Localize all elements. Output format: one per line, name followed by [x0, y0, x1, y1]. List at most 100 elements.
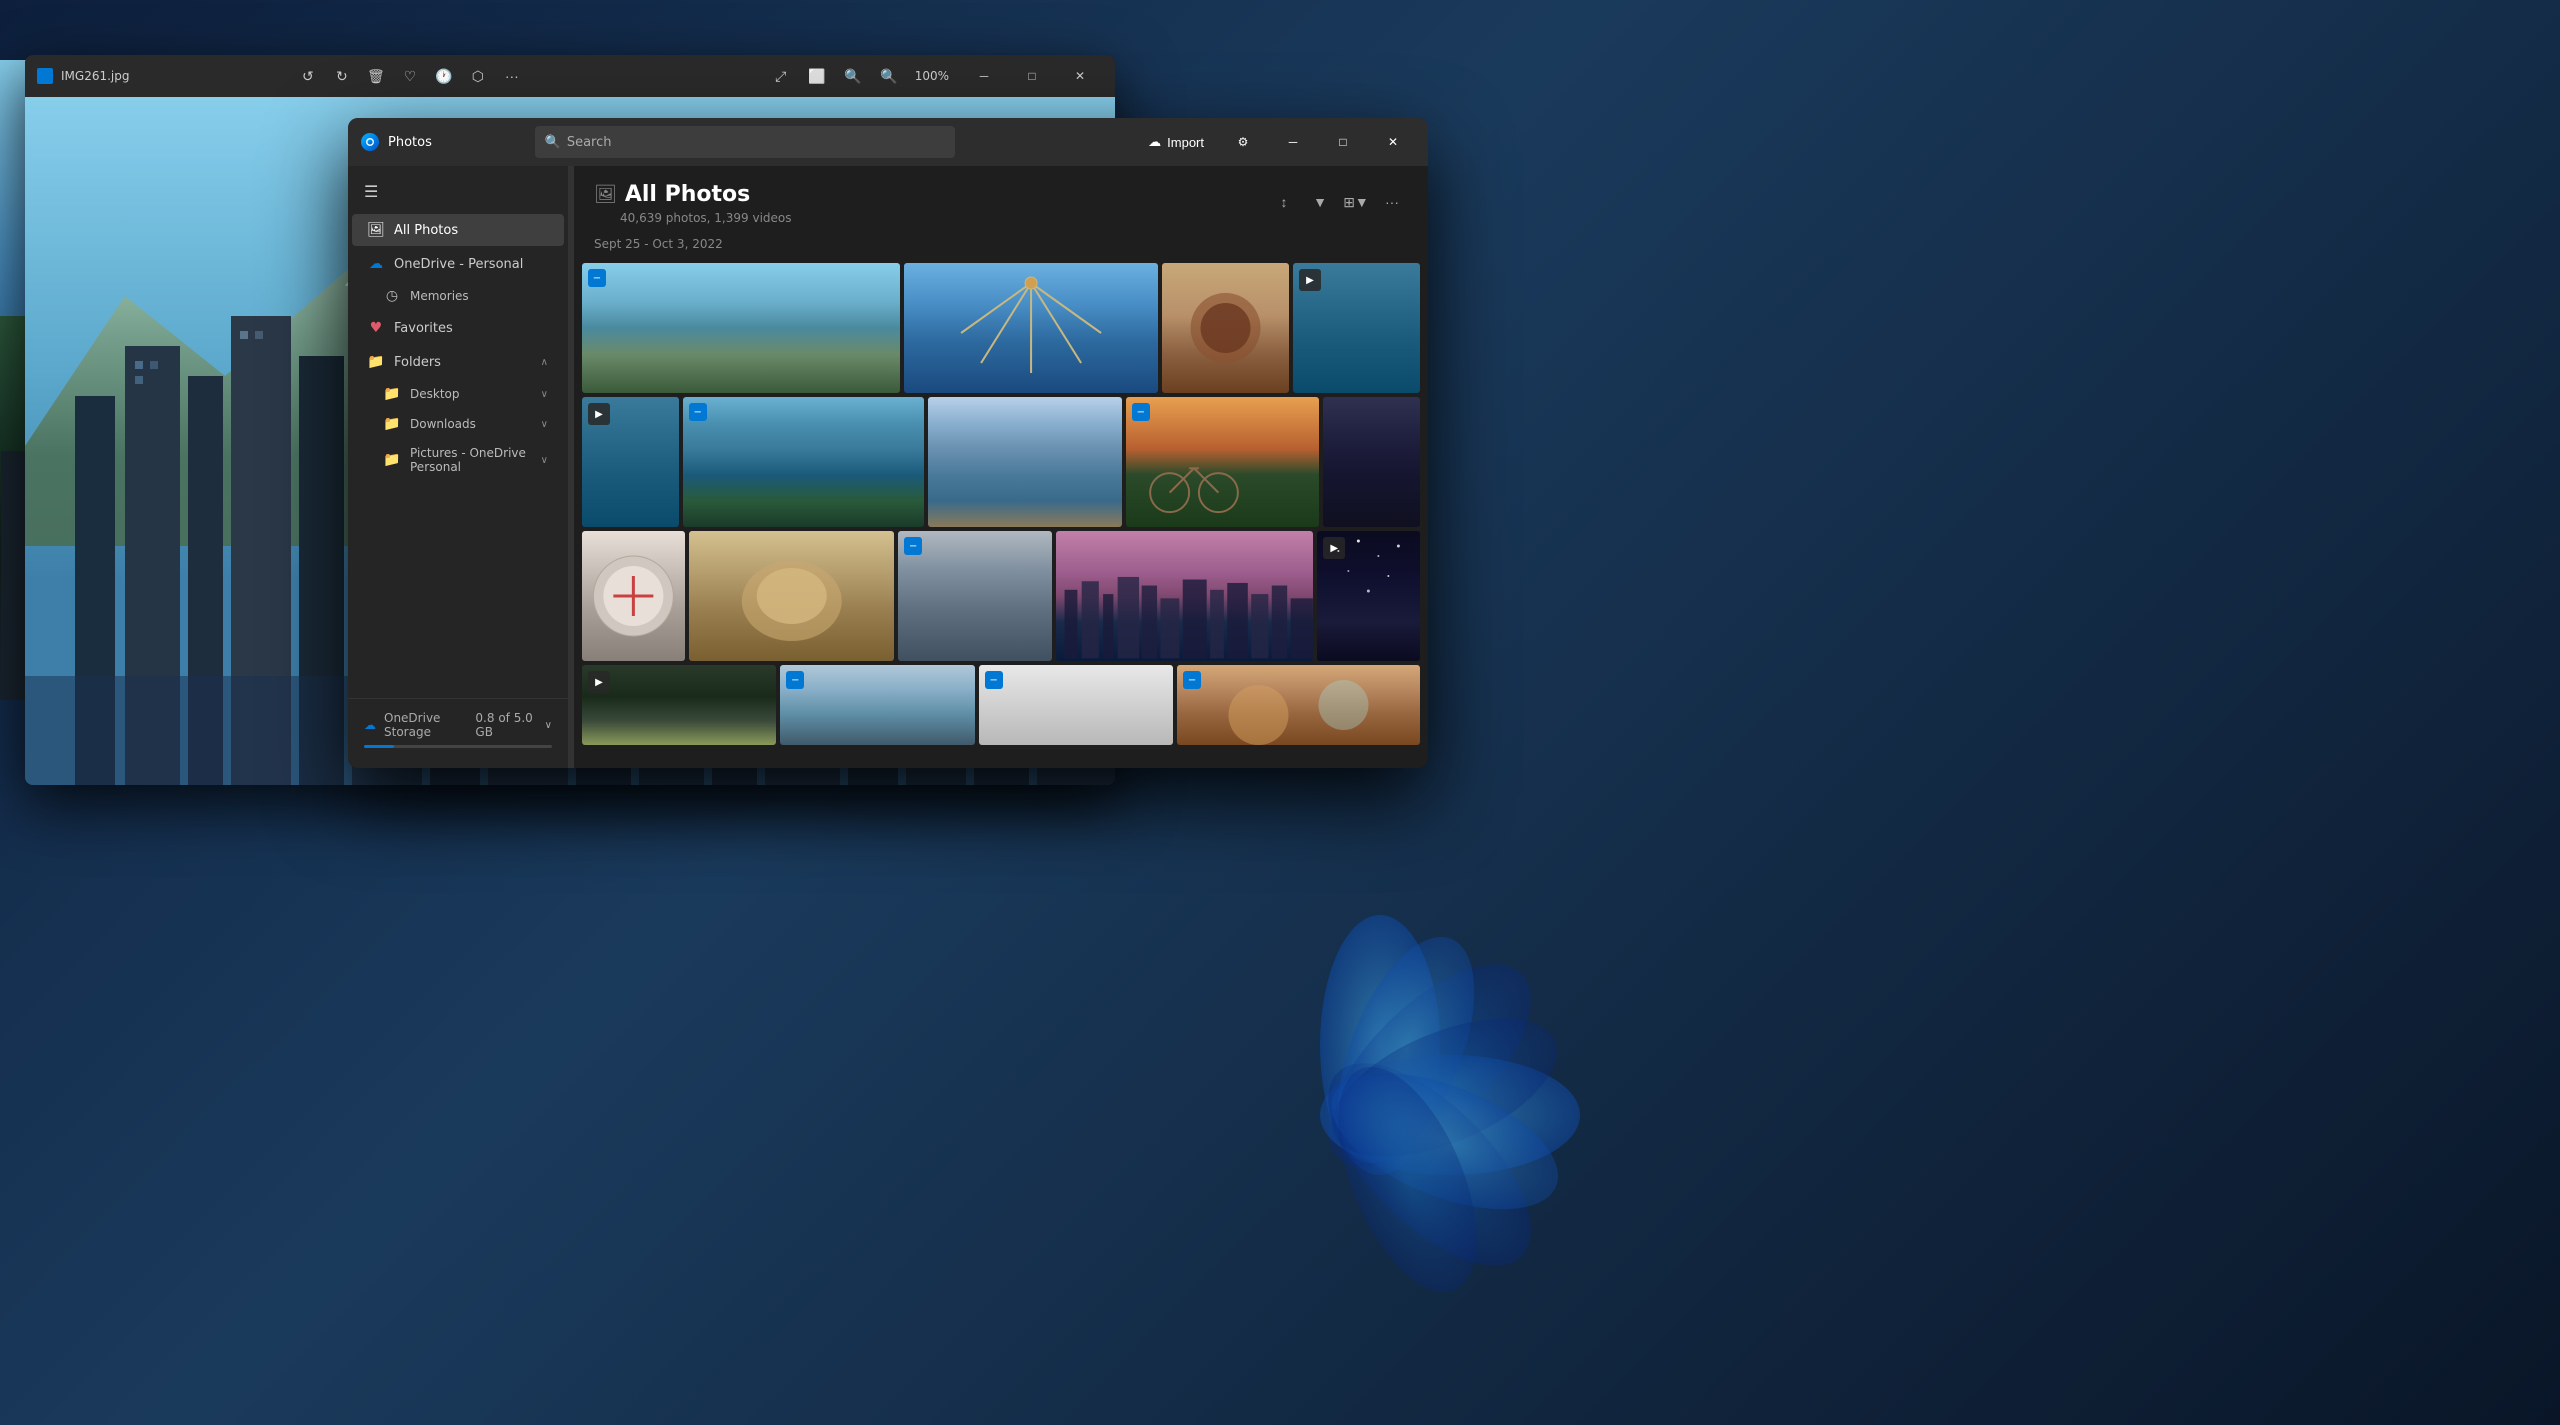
filter-button[interactable]: ▼ [1304, 186, 1336, 218]
photo-cell-lake[interactable]: − [683, 397, 925, 527]
viewer-toolbar: ↺ ↻ 🗑 ♡ 🕐 ⬡ ··· [294, 62, 526, 90]
storage-bar [364, 745, 552, 748]
close-button[interactable]: ✕ [1057, 60, 1103, 92]
search-placeholder: Search [567, 135, 945, 150]
photo-cell-ice[interactable]: ▶ [582, 397, 679, 527]
win11-bloom-logo [1130, 865, 1630, 1365]
sidebar-storage-footer: ☁ OneDrive Storage 0.8 of 5.0 GB ∨ [348, 698, 568, 760]
sidebar-item-onedrive[interactable]: ☁ OneDrive - Personal [352, 248, 564, 280]
photo-cell-snowy[interactable]: − [780, 665, 974, 745]
content-area: 🖼 All Photos 40,639 photos, 1,399 videos… [574, 166, 1428, 768]
memories-icon: ◷ [384, 288, 400, 304]
sidebar-item-favorites[interactable]: ♥ Favorites [352, 312, 564, 344]
photo-cell-plate[interactable] [582, 531, 685, 661]
minimize-button[interactable]: ─ [961, 60, 1007, 92]
photos-body: ☰ 🖼 All Photos ☁ OneDrive - Personal ◷ M… [348, 166, 1428, 768]
photo-cell-fog[interactable]: − [898, 531, 1052, 661]
all-photos-icon: 🖼 [368, 222, 384, 238]
photo-row-3: − [582, 531, 1420, 661]
storage-label: OneDrive Storage [384, 711, 467, 739]
photo-cell-pasta[interactable] [689, 531, 895, 661]
photo-cell-bikes[interactable]: − [1126, 397, 1319, 527]
storage-cloud-icon: ☁ [364, 718, 376, 732]
favorite-button[interactable]: ♡ [396, 62, 424, 90]
maximize-button[interactable]: □ [1009, 60, 1055, 92]
photo-cell-city-mountains[interactable]: − [582, 263, 900, 393]
date-range: Sept 25 - Oct 3, 2022 [574, 233, 1428, 259]
photos-app-icon [360, 132, 380, 152]
photo-badge-video: ▶ [1299, 269, 1321, 291]
image-viewer-titlebar: IMG261.jpg ↺ ↻ 🗑 ♡ 🕐 ⬡ ··· ⤢ ⬜ 🔍 🔍 100% … [25, 55, 1115, 97]
photos-app-title: Photos [388, 135, 432, 150]
sort-button[interactable]: ↕ [1268, 186, 1300, 218]
downloads-label: Downloads [410, 417, 531, 431]
titlebar-right: ☁ Import ⚙ ─ □ ✕ [1136, 126, 1416, 158]
memories-label: Memories [410, 289, 548, 303]
photo-cell-sushi[interactable]: ▶ [582, 665, 776, 745]
content-title: 🖼 All Photos [594, 182, 1268, 207]
photo-badge-check: − [985, 671, 1003, 689]
photo-badge-check: − [588, 269, 606, 287]
import-button[interactable]: ☁ Import [1136, 130, 1216, 154]
desktop-chevron: ∨ [541, 389, 548, 400]
storage-bar-fill [364, 745, 394, 748]
close-button[interactable]: ✕ [1370, 126, 1416, 158]
sidebar-item-all-photos[interactable]: 🖼 All Photos [352, 214, 564, 246]
minimize-button[interactable]: ─ [1270, 126, 1316, 158]
photo-cell-food[interactable] [1162, 263, 1289, 393]
folders-chevron: ∧ [541, 357, 548, 368]
sidebar-item-pictures-onedrive[interactable]: 📁 Pictures - OneDrive Personal ∨ [352, 440, 564, 480]
search-bar[interactable]: 🔍 Search [535, 126, 955, 158]
content-toolbar: ↕ ▼ ⊞▼ ··· [1268, 186, 1408, 218]
zoom-out-button[interactable]: 🔍 [839, 62, 867, 90]
share-button[interactable]: ⬡ [464, 62, 492, 90]
sidebar-item-downloads[interactable]: 📁 Downloads ∨ [352, 410, 564, 438]
slideshow-button[interactable]: ⬜ [803, 62, 831, 90]
downloads-chevron: ∨ [541, 419, 548, 430]
favorites-label: Favorites [394, 321, 548, 336]
sidebar-item-memories[interactable]: ◷ Memories [352, 282, 564, 310]
photo-cell-waterfall[interactable]: ▶ [1293, 263, 1420, 393]
photo-cell-night-trees[interactable] [1323, 397, 1420, 527]
folders-icon: 📁 [368, 354, 384, 370]
delete-button[interactable]: 🗑 [362, 62, 390, 90]
photo-cell-stars[interactable]: ▶ [1317, 531, 1420, 661]
more-button[interactable]: ··· [1376, 186, 1408, 218]
zoom-in-button[interactable]: 🔍 [875, 62, 903, 90]
content-header: 🖼 All Photos 40,639 photos, 1,399 videos… [574, 166, 1428, 233]
more-options-button[interactable]: ··· [498, 62, 526, 90]
photo-cell-pizza[interactable]: − [1177, 665, 1420, 745]
pictures-chevron: ∨ [541, 455, 548, 466]
rotate-right-button[interactable]: ↻ [328, 62, 356, 90]
sidebar-item-desktop[interactable]: 📁 Desktop ∨ [352, 380, 564, 408]
folders-label: Folders [394, 355, 531, 370]
hamburger-menu[interactable]: ☰ [348, 174, 568, 209]
rotate-left-button[interactable]: ↺ [294, 62, 322, 90]
onedrive-icon: ☁ [368, 256, 384, 272]
photo-row-4: ▶ − − − [582, 665, 1420, 745]
photo-cell-plains[interactable] [928, 397, 1121, 527]
photo-cell-city-night[interactable] [1056, 531, 1313, 661]
zoom-level: 100% [911, 69, 953, 83]
pictures-folder-icon: 📁 [384, 452, 400, 468]
favorites-icon: ♥ [368, 320, 384, 336]
expand-button[interactable]: ⤢ [767, 62, 795, 90]
settings-button[interactable]: ⚙ [1220, 126, 1266, 158]
storage-info[interactable]: ☁ OneDrive Storage 0.8 of 5.0 GB ∨ [364, 711, 552, 739]
import-icon: ☁ [1148, 134, 1161, 150]
photo-cell-white[interactable]: − [979, 665, 1173, 745]
content-title-area: 🖼 All Photos 40,639 photos, 1,399 videos [594, 182, 1268, 225]
onedrive-label: OneDrive - Personal [394, 257, 548, 272]
hamburger-icon: ☰ [364, 182, 378, 201]
photo-badge-video: ▶ [588, 671, 610, 693]
info-button[interactable]: 🕐 [430, 62, 458, 90]
maximize-button[interactable]: □ [1320, 126, 1366, 158]
photos-titlebar: Photos 🔍 Search ☁ Import ⚙ ─ □ ✕ [348, 118, 1428, 166]
photo-badge-check: − [1132, 403, 1150, 421]
photos-window: Photos 🔍 Search ☁ Import ⚙ ─ □ ✕ ☰ 🖼 [348, 118, 1428, 768]
photo-cell-fairground[interactable] [904, 263, 1158, 393]
content-subtitle: 40,639 photos, 1,399 videos [620, 211, 1268, 225]
sidebar-folders-header[interactable]: 📁 Folders ∧ [352, 346, 564, 378]
storage-value: 0.8 of 5.0 GB [475, 711, 536, 739]
view-button[interactable]: ⊞▼ [1340, 186, 1372, 218]
